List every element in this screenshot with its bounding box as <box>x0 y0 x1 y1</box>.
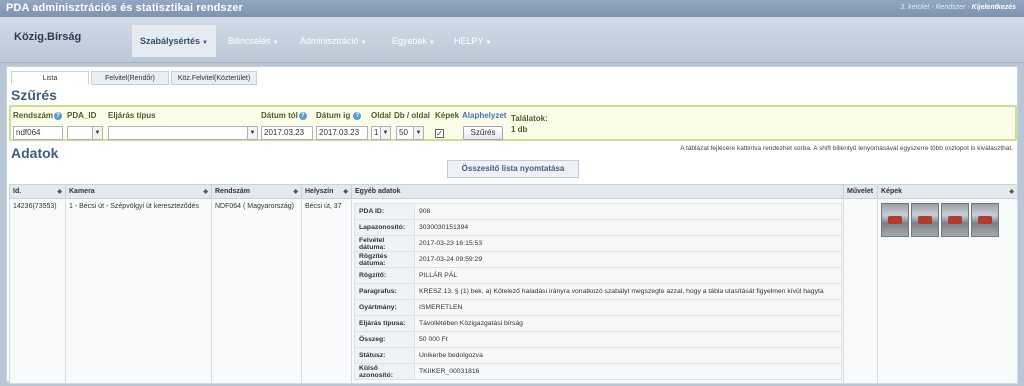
detail-row: Külső azonosító: TKIIKER_00031816 <box>354 363 842 380</box>
nav-label: Bilincselés <box>228 36 271 46</box>
table-row[interactable]: 14236(73553) 1 - Bécsi út - Szépvölgyi ú… <box>9 198 1018 384</box>
col-header-rendszam[interactable]: Rendszám ◆ <box>211 184 302 199</box>
chevron-down-icon: ▼ <box>360 40 367 46</box>
nav-label: Adminisztráció <box>300 36 359 46</box>
photo-thumbnail[interactable] <box>941 203 969 237</box>
detail-row: Lapazonosító: 3030030151394 <box>354 219 842 236</box>
talalatok-count: 1 db <box>511 125 528 134</box>
titlebar-right: 3. kerület - Rendszer - Kijelentkezés <box>900 4 1016 11</box>
detail-row: Rögzítés dátuma: 2017-03-24 09:59:29 <box>354 251 842 268</box>
eljaras-label: Eljárás típus <box>108 111 156 120</box>
detail-row: Státusz: Unikerbe bedolgozva <box>354 347 842 364</box>
image-thumbnails <box>881 203 1014 237</box>
nav-item-egyebek[interactable]: Egyebek ▼ <box>384 25 443 57</box>
nav-label: HELPY <box>454 36 484 46</box>
chevron-down-icon: ▼ <box>247 127 257 139</box>
photo-thumbnail[interactable] <box>971 203 999 237</box>
rendszam-label: Rendszám? <box>13 111 63 120</box>
col-header-egyeb: Egyéb adatok <box>351 184 844 199</box>
system-label: Rendszer <box>935 4 966 11</box>
table-header-row: Id. ◆ Kamera ◆ Rendszám ◆ Helyszín ◆ Egyéb a… <box>9 184 1018 199</box>
nav-item-szabalysertes[interactable]: Szabálysértés ▼ <box>132 25 216 57</box>
sort-icon: ◆ <box>57 189 62 195</box>
talalatok-label: Találatok: <box>511 114 548 123</box>
nav-label: Szabálysértés <box>140 36 201 46</box>
nav-item-bilincseles[interactable]: Bilincselés ▼ <box>220 25 286 57</box>
help-icon[interactable]: ? <box>353 111 362 120</box>
cell-egyeb-adatok: PDA ID: 908 Lapazonosító: 3030030151394 Fe… <box>351 198 844 384</box>
cell-id: 14236(73553) <box>9 198 66 384</box>
col-header-id[interactable]: Id. ◆ <box>9 184 66 199</box>
datum-ig-label: Dátum ig ? <box>316 111 362 120</box>
nav-item-helpy[interactable]: HELPY ▼ <box>446 25 499 57</box>
district-label: 3. kerület <box>900 4 930 11</box>
nav-item-adminisztracio[interactable]: Adminisztráció ▼ <box>292 25 374 57</box>
cell-muvelet <box>843 198 878 384</box>
help-icon[interactable]: ? <box>298 111 307 120</box>
datum-tol-label: Dátum tól? <box>261 111 307 120</box>
datum-ig-input[interactable]: 2017.03.23 <box>316 126 368 140</box>
sort-icon: ◆ <box>343 189 348 195</box>
main-navbar: Közig.Bírság Szabálysértés ▼ Bilincselés ▼… <box>0 17 1024 63</box>
photo-thumbnail[interactable] <box>911 203 939 237</box>
col-header-helyszin[interactable]: Helyszín ◆ <box>301 184 352 199</box>
kepek-checkbox[interactable]: ✓ <box>435 129 444 138</box>
print-summary-button[interactable]: Összesítő lista nyomtatása <box>447 160 579 178</box>
chevron-down-icon: ▼ <box>272 40 279 46</box>
detail-row: Eljárás típusa: Távollétében Közigazgatás… <box>354 315 842 332</box>
oldal-select[interactable]: 1 ▼ <box>371 126 391 140</box>
chevron-down-icon: ▼ <box>380 127 390 139</box>
chevron-down-icon: ▼ <box>429 40 435 46</box>
alaphelyzet-link[interactable]: Alaphelyzet <box>462 111 506 120</box>
tab-koz-felvitel[interactable]: Köz.Felvitel(Közterület) <box>171 71 257 85</box>
col-header-muvelet: Művelet <box>843 184 878 199</box>
tab-felvitel-rendor[interactable]: Felvitel(Rendőr) <box>91 71 169 85</box>
pda-id-label: PDA_ID <box>67 111 97 120</box>
rendszam-input[interactable]: ndf064 <box>13 126 63 140</box>
cell-rendszam: NDF064 ( Magyarország) <box>211 198 302 384</box>
detail-row: Rögzítő: PILLÁR PÁL <box>354 267 842 284</box>
filter-box: Rendszám? PDA_ID Eljárás típus Dátum tól… <box>9 105 1017 141</box>
chevron-down-icon: ▼ <box>413 127 423 139</box>
detail-row: Felvétel dátuma: 2017-03-23 16:15:53 <box>354 235 842 252</box>
sort-hint: A táblázat fejlécére kattintva rendezhet… <box>680 145 1013 152</box>
cell-kepek <box>877 198 1018 384</box>
chevron-down-icon: ▼ <box>92 127 102 139</box>
detail-row: Paragrafus: KRESZ 13. § (1) bek. a) Kötel… <box>354 283 842 300</box>
kepek-label: Képek <box>435 111 460 120</box>
oldal-label: Oldal <box>371 111 392 120</box>
detail-row: Összeg: 50 000 Ft <box>354 331 842 348</box>
col-header-kepek[interactable]: Képek ◆ <box>877 184 1018 199</box>
col-header-kamera[interactable]: Kamera ◆ <box>65 184 212 199</box>
app-title: PDA adminisztrációs és statisztikai rend… <box>6 2 243 14</box>
data-title: Adatok <box>11 145 59 161</box>
filter-title: Szűrés <box>11 87 57 103</box>
db-oldal-label: Db / oldal <box>394 111 430 120</box>
cell-kamera: 1 - Bécsi út - Szépvölgyi út kereszteződ… <box>65 198 212 384</box>
db-oldal-select[interactable]: 50 ▼ <box>396 126 424 140</box>
sort-icon: ◆ <box>203 189 208 195</box>
pda-id-select[interactable]: ▼ <box>67 126 103 140</box>
results-table: Id. ◆ Kamera ◆ Rendszám ◆ Helyszín ◆ Egyéb a… <box>9 184 1018 384</box>
sort-icon: ◆ <box>293 189 298 195</box>
app-titlebar: PDA adminisztrációs és statisztikai rend… <box>0 0 1024 17</box>
chevron-down-icon: ▼ <box>485 40 492 46</box>
szures-button[interactable]: Szűrés <box>463 126 503 140</box>
chevron-down-icon: ▼ <box>202 40 208 46</box>
detail-row: PDA ID: 908 <box>354 203 842 220</box>
photo-thumbnail[interactable] <box>881 203 909 237</box>
logout-link[interactable]: Kijelentkezés <box>972 4 1016 11</box>
brand-logo[interactable]: Közig.Bírság <box>14 31 81 43</box>
details-table: PDA ID: 908 Lapazonosító: 3030030151394 Fe… <box>354 203 842 380</box>
eljaras-select[interactable]: ▼ <box>108 126 258 140</box>
nav-label: Egyebek <box>392 36 428 46</box>
sort-icon: ◆ <box>1009 189 1014 195</box>
datum-tol-input[interactable]: 2017.03.23 <box>261 126 313 140</box>
detail-row: Gyártmány: ISMERETLEN <box>354 299 842 316</box>
tab-lista[interactable]: Lista <box>11 71 89 85</box>
cell-helyszin: Bécsi út, 37 <box>301 198 352 384</box>
help-icon[interactable]: ? <box>54 111 63 120</box>
content-panel: Lista Felvitel(Rendőr) Köz.Felvitel(Közt… <box>6 66 1018 384</box>
